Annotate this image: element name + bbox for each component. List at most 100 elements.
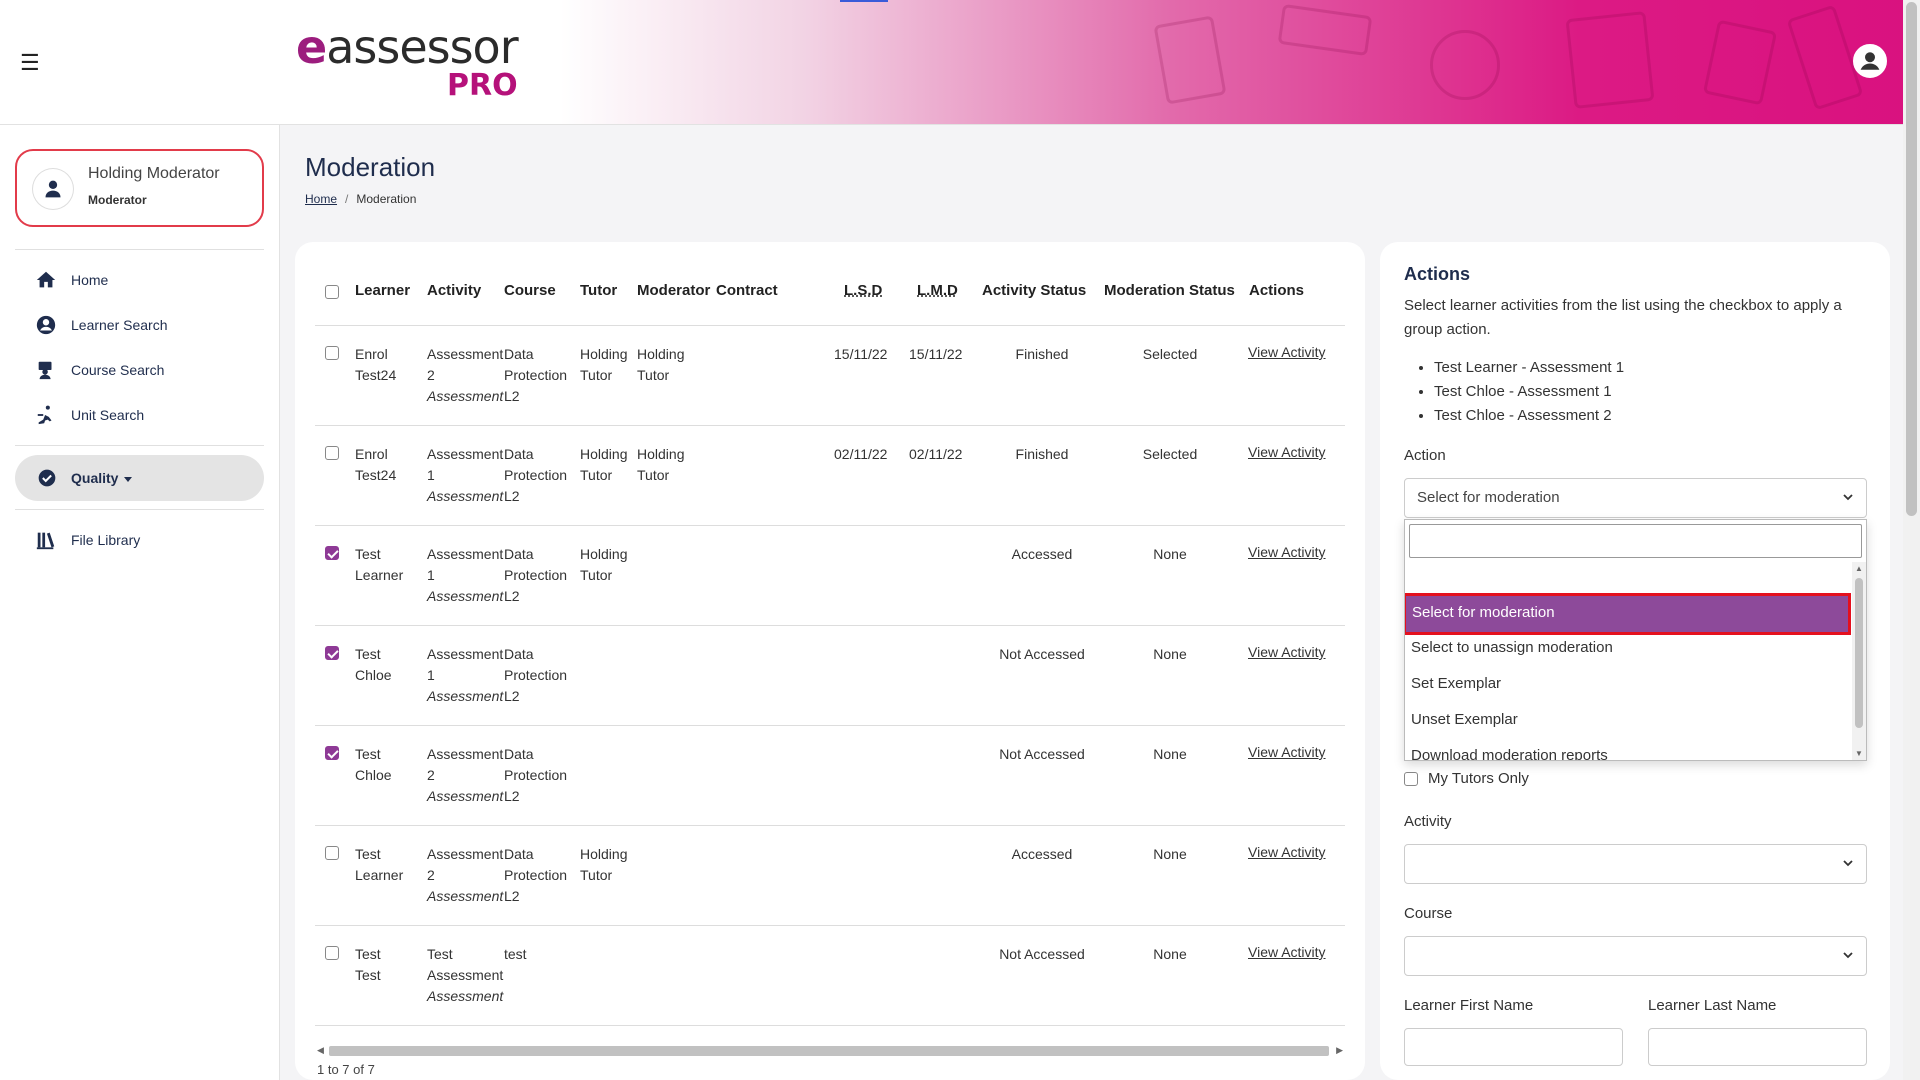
sidebar-item-unit-search[interactable]: Unit Search bbox=[35, 403, 144, 427]
scroll-left-icon[interactable]: ◀ bbox=[317, 1045, 324, 1056]
divider bbox=[15, 445, 264, 446]
chevron-down-icon bbox=[1843, 494, 1853, 501]
row-checkbox[interactable] bbox=[325, 646, 339, 660]
learner-cell: Test Learner bbox=[355, 546, 404, 583]
column-header-moderator[interactable]: Moderator bbox=[637, 282, 710, 299]
row-checkbox[interactable] bbox=[325, 946, 339, 960]
column-header-activity[interactable]: Activity bbox=[427, 282, 481, 299]
select-all-checkbox[interactable] bbox=[325, 285, 339, 299]
action-select-value: Select for moderation bbox=[1417, 489, 1560, 506]
selected-activities-list: Test Learner - Assessment 1 Test Chloe -… bbox=[1434, 356, 1624, 428]
column-header-activity-status[interactable]: Activity Status bbox=[982, 282, 1086, 299]
sidebar-item-file-library[interactable]: File Library bbox=[35, 528, 140, 552]
view-activity-link[interactable]: View Activity bbox=[1248, 844, 1326, 860]
course-cell: Data Protection L2 bbox=[504, 346, 568, 404]
library-icon bbox=[36, 532, 55, 550]
sidebar-item-course-search[interactable]: Course Search bbox=[35, 358, 164, 382]
last-name-input[interactable] bbox=[1648, 1028, 1867, 1066]
menu-icon[interactable]: ☰ bbox=[20, 50, 40, 76]
option-unset-exemplar[interactable]: Unset Exemplar bbox=[1405, 703, 1849, 739]
column-header-moderation-status[interactable]: Moderation Status bbox=[1104, 282, 1235, 299]
activity-cell: Assessment 1 Assessment bbox=[427, 546, 504, 604]
column-header-lsd[interactable]: L.S.D bbox=[844, 282, 882, 299]
pagination-count: 1 to 7 of 7 bbox=[317, 1062, 375, 1077]
activity-cell: Assessment 2 Assessment bbox=[427, 346, 504, 404]
column-header-contract[interactable]: Contract bbox=[716, 282, 778, 299]
moderation-status-cell: None bbox=[1153, 546, 1187, 562]
view-activity-link[interactable]: View Activity bbox=[1248, 644, 1326, 660]
activity-status-cell: Not Accessed bbox=[999, 746, 1085, 762]
user-account-icon[interactable] bbox=[1853, 44, 1887, 78]
table-row: Enrol Test24 Assessment 2 Assessment Data Prot… bbox=[315, 326, 1345, 426]
view-activity-link[interactable]: View Activity bbox=[1248, 944, 1326, 960]
user-icon bbox=[33, 169, 73, 209]
scroll-up-icon[interactable]: ▲ bbox=[1855, 564, 1863, 573]
sidebar-item-quality[interactable]: Quality bbox=[15, 455, 264, 501]
dropdown-search-input[interactable] bbox=[1409, 524, 1862, 558]
view-activity-link[interactable]: View Activity bbox=[1248, 444, 1326, 460]
column-header-actions: Actions bbox=[1249, 282, 1305, 299]
tutor-cell: Holding Tutor bbox=[580, 346, 628, 383]
tab-indicator bbox=[840, 0, 888, 2]
action-select[interactable]: Select for moderation bbox=[1404, 478, 1867, 518]
doodle-shape bbox=[1153, 15, 1227, 105]
course-select[interactable] bbox=[1404, 936, 1867, 976]
sidebar-item-home[interactable]: Home bbox=[35, 268, 108, 292]
actions-description: Select learner activities from the list … bbox=[1404, 297, 1842, 338]
my-tutors-only-checkbox[interactable] bbox=[1404, 771, 1418, 786]
row-checkbox[interactable] bbox=[325, 746, 339, 760]
view-activity-link[interactable]: View Activity bbox=[1248, 744, 1326, 760]
view-activity-link[interactable]: View Activity bbox=[1248, 344, 1326, 360]
breadcrumb-home-link[interactable]: Home bbox=[305, 192, 337, 206]
scroll-down-icon[interactable]: ▼ bbox=[1855, 749, 1863, 758]
table-row: Test Chloe Assessment 1 Assessment Data Protec… bbox=[315, 626, 1345, 726]
option-download-moderation-reports[interactable]: Download moderation reports bbox=[1405, 739, 1849, 760]
course-icon bbox=[38, 361, 52, 380]
option-select-for-moderation[interactable]: Select for moderation bbox=[1405, 593, 1851, 635]
activity-status-cell: Finished bbox=[1015, 346, 1069, 362]
row-checkbox[interactable] bbox=[325, 446, 339, 460]
sidebar: Holding Moderator Moderator Home Learner… bbox=[0, 125, 280, 1080]
app-logo[interactable]: eassessor PRO bbox=[296, 24, 519, 103]
column-header-tutor[interactable]: Tutor bbox=[580, 282, 617, 299]
horizontal-scrollbar[interactable]: ◀ ▶ bbox=[315, 1042, 1345, 1058]
course-cell: Data Protection L2 bbox=[504, 546, 568, 604]
table-header: Learner Activity Course Tutor Moderator … bbox=[315, 282, 1345, 326]
chevron-down-icon bbox=[1843, 952, 1853, 959]
activity-cell: Assessment 2 Assessment bbox=[427, 846, 504, 904]
course-cell: Data Protection L2 bbox=[504, 846, 568, 904]
action-dropdown-menu: Select for moderation Select to unassign… bbox=[1404, 519, 1867, 761]
my-tutors-only-option[interactable]: My Tutors Only bbox=[1404, 770, 1529, 787]
first-name-input[interactable] bbox=[1404, 1028, 1623, 1066]
table-row: Test Learner Assessment 2 Assessment Data Prot… bbox=[315, 826, 1345, 926]
sidebar-item-label: Home bbox=[71, 272, 109, 288]
row-checkbox[interactable] bbox=[325, 546, 339, 560]
row-checkbox[interactable] bbox=[325, 346, 339, 360]
option-select-to-unassign-moderation[interactable]: Select to unassign moderation bbox=[1405, 631, 1849, 667]
profile-name: Holding Moderator bbox=[88, 165, 220, 182]
activity-status-cell: Accessed bbox=[1011, 546, 1073, 562]
column-header-learner[interactable]: Learner bbox=[355, 282, 410, 299]
last-name-label: Learner Last Name bbox=[1648, 997, 1777, 1014]
row-checkbox[interactable] bbox=[325, 846, 339, 860]
app-header: ☰ eassessor PRO bbox=[0, 0, 1920, 125]
column-header-lmd[interactable]: L.M.D bbox=[917, 282, 958, 299]
activity-cell: Assessment 2 Assessment bbox=[427, 746, 504, 804]
logo-pro: PRO bbox=[447, 68, 518, 103]
dropdown-scrollbar[interactable]: ▲ ▼ bbox=[1852, 562, 1866, 760]
view-activity-link[interactable]: View Activity bbox=[1248, 544, 1326, 560]
page-title: Moderation bbox=[305, 152, 436, 182]
lmd-cell: 02/11/22 bbox=[909, 446, 963, 462]
breadcrumb: Home / Moderation bbox=[305, 192, 416, 206]
column-header-course[interactable]: Course bbox=[504, 282, 556, 299]
page-scrollbar[interactable] bbox=[1903, 0, 1920, 1080]
chevron-down-icon bbox=[1843, 860, 1853, 867]
activity-select[interactable] bbox=[1404, 844, 1867, 884]
profile-card[interactable]: Holding Moderator Moderator bbox=[15, 149, 264, 227]
table-row: Enrol Test24 Assessment 1 Assessment Data Prot… bbox=[315, 426, 1345, 526]
scroll-right-icon[interactable]: ▶ bbox=[1336, 1045, 1343, 1056]
learner-cell: Test Chloe bbox=[355, 746, 392, 783]
activity-status-cell: Not Accessed bbox=[999, 946, 1085, 962]
option-set-exemplar[interactable]: Set Exemplar bbox=[1405, 667, 1849, 703]
sidebar-item-learner-search[interactable]: Learner Search bbox=[35, 313, 168, 337]
